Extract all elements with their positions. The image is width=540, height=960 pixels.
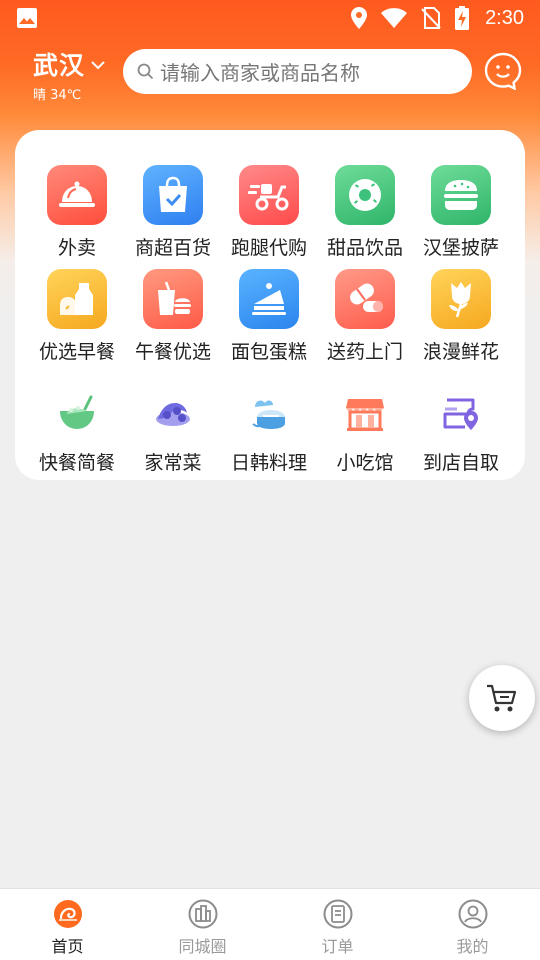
category-label: 甜品饮品: [326, 237, 403, 259]
order-icon: [323, 899, 352, 929]
search-icon: [137, 63, 154, 80]
tab-city-circle[interactable]: 同城圈: [135, 889, 270, 960]
tab-home[interactable]: 首页: [0, 889, 135, 960]
storefront-icon: [343, 392, 387, 436]
category-takeout[interactable]: 外卖: [29, 165, 125, 265]
profile-icon: [458, 899, 487, 929]
gallery-icon: [17, 8, 37, 28]
shopping-bag-icon: [143, 165, 203, 225]
tab-label: 我的: [456, 937, 489, 956]
battery-charging-icon: [455, 6, 470, 30]
cart-button[interactable]: [469, 665, 535, 731]
fastfood-icon: [143, 269, 203, 329]
scooter-icon: [239, 165, 299, 225]
category-dessert-drinks[interactable]: 甜品饮品: [317, 165, 413, 265]
weather-text: 晴 34℃: [33, 88, 82, 103]
category-breakfast[interactable]: 优选早餐: [29, 269, 125, 369]
location-icon: [351, 7, 368, 29]
tab-label: 同城圈: [178, 937, 227, 956]
category-errand[interactable]: 跑腿代购: [221, 165, 317, 265]
category-label: 送药上门: [326, 341, 403, 363]
tab-label: 订单: [321, 937, 354, 956]
tab-orders[interactable]: 订单: [270, 889, 405, 960]
category-fast-food[interactable]: 快餐简餐: [29, 380, 125, 480]
pill-icon: [335, 269, 395, 329]
category-label: 优选早餐: [38, 341, 115, 363]
cart-icon: [487, 684, 517, 712]
category-pickup[interactable]: 到店自取: [413, 380, 509, 480]
category-flowers[interactable]: 浪漫鲜花: [413, 269, 509, 369]
wifi-icon: [381, 8, 408, 28]
category-label: 外卖: [57, 237, 96, 259]
category-label: 小吃馆: [336, 452, 394, 474]
category-label: 到店自取: [422, 452, 499, 474]
bottom-tab-bar: 首页 同城圈 订单 我的: [0, 888, 540, 960]
category-lunch[interactable]: 午餐优选: [125, 269, 221, 369]
category-label: 商超百货: [134, 237, 211, 259]
category-label: 快餐简餐: [38, 452, 115, 474]
category-label: 日韩料理: [230, 452, 307, 474]
no-sim-icon: [421, 7, 441, 29]
rose-icon: [431, 269, 491, 329]
status-clock: 2:30: [485, 6, 524, 29]
category-supermarket[interactable]: 商超百货: [125, 165, 221, 265]
city-name: 武汉: [33, 51, 86, 80]
bowl-icon: [55, 392, 99, 436]
category-label: 午餐优选: [134, 341, 211, 363]
category-grid: 外卖 商超百货 跑腿代购 甜品饮品 汉堡披萨 优选早餐 午餐优选 面包蛋糕 送药…: [15, 130, 525, 480]
category-medicine[interactable]: 送药上门: [317, 269, 413, 369]
food-cloche-icon: [47, 165, 107, 225]
city-circle-icon: [188, 899, 217, 929]
category-label: 面包蛋糕: [230, 341, 307, 363]
city-selector[interactable]: 武汉 晴 34℃: [33, 46, 105, 103]
tab-profile[interactable]: 我的: [405, 889, 540, 960]
home-icon: [53, 900, 82, 928]
search-input[interactable]: 请输入商家或商品名称: [123, 49, 472, 94]
sushi-icon: [247, 392, 291, 436]
dish-icon: [151, 392, 195, 436]
donut-icon: [335, 165, 395, 225]
cake-icon: [239, 269, 299, 329]
tab-label: 首页: [51, 937, 84, 956]
bread-milk-icon: [47, 269, 107, 329]
category-label: 浪漫鲜花: [422, 341, 499, 363]
category-home-cooking[interactable]: 家常菜: [125, 380, 221, 480]
pickup-location-icon: [439, 392, 483, 436]
search-placeholder: 请输入商家或商品名称: [160, 61, 360, 85]
chevron-down-icon: [91, 60, 105, 69]
category-label: 家常菜: [144, 452, 202, 474]
header-bar: 武汉 晴 34℃ 请输入商家或商品名称: [0, 44, 540, 104]
category-bakery[interactable]: 面包蛋糕: [221, 269, 317, 369]
status-bar: 2:30: [0, 0, 540, 36]
message-icon[interactable]: [484, 52, 522, 90]
category-snack-shop[interactable]: 小吃馆: [317, 380, 413, 480]
category-burger-pizza[interactable]: 汉堡披萨: [413, 165, 509, 265]
category-label: 汉堡披萨: [422, 237, 499, 259]
category-japanese-korean[interactable]: 日韩料理: [221, 380, 317, 480]
category-label: 跑腿代购: [230, 237, 307, 259]
burger-icon: [431, 165, 491, 225]
